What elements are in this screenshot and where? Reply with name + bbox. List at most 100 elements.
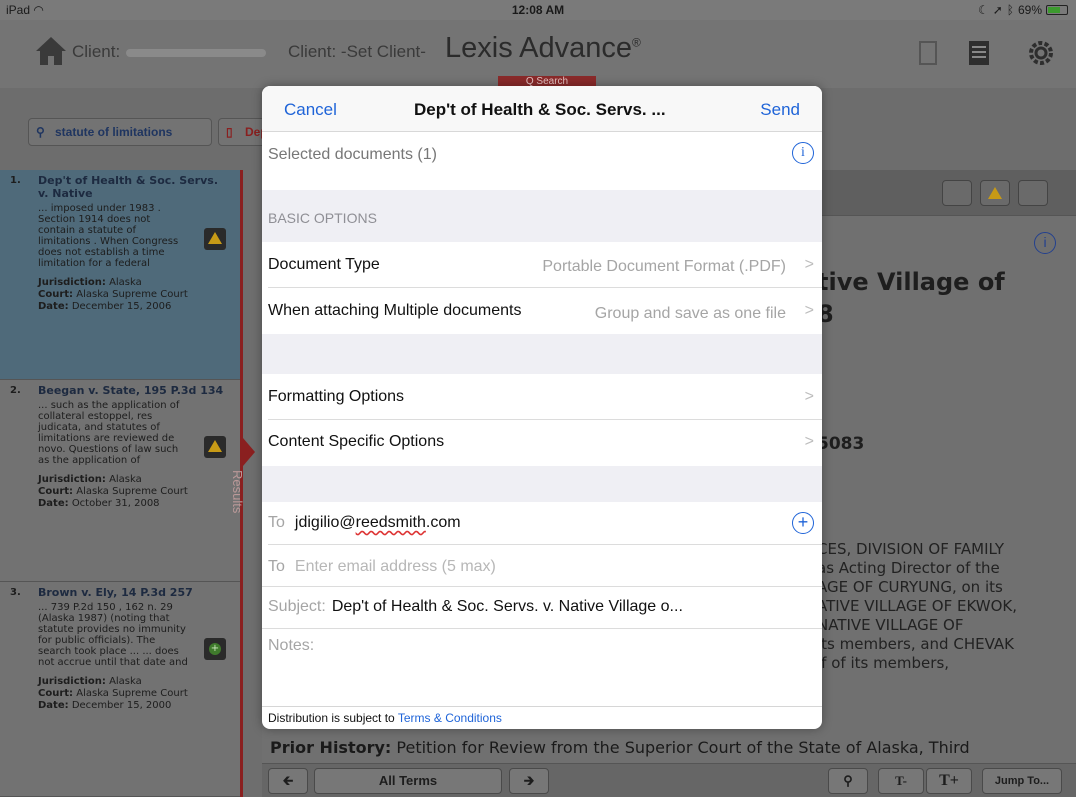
parties-line: its members, and CHEVAK [817,635,1014,653]
to-recipient-field[interactable]: To jdigilio@reedsmith.com [268,514,461,532]
jurisdiction-value: Alaska [109,676,142,687]
folder-list-icon[interactable] [964,38,994,68]
document-citation: 5083 [817,434,865,454]
result-snippet: ... 739 P.2d 150 , 162 n. 29 (Alaska 198… [38,602,188,668]
previous-term-arrow-icon[interactable]: 🡰 [268,768,308,794]
plus-dot: + [209,643,221,655]
recipient-email-domain: reedsmith [355,514,426,531]
jurisdiction-label: Jurisdiction: [38,676,106,687]
client-selector[interactable]: Client: [72,42,267,62]
result-item[interactable]: 1. Dep't of Health & Soc. Servs. v. Nati… [0,170,240,380]
search-query: statute of limitations [55,125,173,139]
result-title[interactable]: Brown v. Ely, 14 P.3d 257 [38,586,232,599]
date-label: Date: [38,700,69,711]
share-icon[interactable] [942,180,972,206]
results-tab-arrow [243,438,255,466]
battery-icon [1046,5,1068,15]
parties-line: as Acting Director of the [817,559,1000,577]
jurisdiction-value: Alaska [109,277,142,288]
distribution-note: Distribution is subject to Terms & Condi… [262,706,822,729]
result-item[interactable]: 2. Beegan v. State, 195 P.3d 134 ... suc… [0,380,240,582]
formatting-options-row[interactable]: Formatting Options > [262,374,822,420]
subject-field[interactable]: Subject: Dep't of Health & Soc. Servs. v.… [268,598,683,616]
gear-icon[interactable] [1026,38,1056,68]
status-bar: iPad ◠ 12:08 AM ☾ ➚ ᛒ 69% [0,0,1076,20]
search-query-chip[interactable]: ⚲ statute of limitations [28,118,212,146]
jump-to-button[interactable]: Jump To... [982,768,1062,794]
document-icon[interactable] [913,38,943,68]
parties-line: CES, DIVISION OF FAMILY [817,540,1005,558]
date-value: December 15, 2006 [71,301,172,312]
results-tab-label: Results [230,470,245,514]
home-icon[interactable] [34,34,68,68]
prior-history: Prior History: Petition for Review from … [270,738,970,757]
to-second-row[interactable]: To Enter email address (5 max) [262,545,822,587]
jurisdiction-label: Jurisdiction: [38,277,106,288]
document-type-row[interactable]: Document Type Portable Document Format (… [262,242,822,288]
all-terms-button[interactable]: All Terms [314,768,502,794]
send-button[interactable]: Send [760,100,800,120]
court-label: Court: [38,486,74,497]
to-recipient-row[interactable]: To jdigilio@reedsmith.com + [262,502,822,544]
parties-line: NATIVE VILLAGE OF [817,616,964,634]
result-title[interactable]: Beegan v. State, 195 P.3d 134 [38,384,232,397]
multiple-documents-row[interactable]: When attaching Multiple documents Group … [262,288,822,334]
email-document-dialog: Cancel Dep't of Health & Soc. Servs. ...… [262,86,822,729]
results-panel-tab[interactable]: Results [230,170,262,797]
info-icon[interactable]: i [792,142,814,164]
result-meta: Jurisdiction: Alaska Court: Alaska Supre… [38,676,232,712]
prior-history-label: Prior History: [270,738,392,757]
warning-signal-icon[interactable] [980,180,1010,206]
to-label: To [268,558,285,575]
client-name-redacted [126,48,267,57]
next-term-arrow-icon[interactable]: 🡲 [509,768,549,794]
court-value: Alaska Supreme Court [76,688,188,699]
app-header: Client: Client: -Set Client- Lexis Advan… [0,20,1076,88]
email-placeholder: Enter email address (5 max) [294,558,496,575]
warning-icon[interactable] [204,228,226,250]
result-meta: Jurisdiction: Alaska Court: Alaska Supre… [38,474,232,510]
find-search-icon[interactable]: ⚲ [828,768,868,794]
result-item[interactable]: 3. Brown v. Ely, 14 P.3d 257 ... 739 P.2… [0,582,240,797]
content-specific-options-row[interactable]: Content Specific Options > [262,420,822,466]
search-icon: ⚲ [36,125,45,139]
court-value: Alaska Supreme Court [76,289,188,300]
jurisdiction-label: Jurisdiction: [38,474,106,485]
result-title[interactable]: Dep't of Health & Soc. Servs. v. Native [38,174,232,200]
subject-row[interactable]: Subject: Dep't of Health & Soc. Servs. v.… [262,587,822,629]
text-smaller-button[interactable]: T- [878,768,924,794]
multiple-documents-label: When attaching Multiple documents [268,302,522,319]
document-title-line: tive Village of [817,268,1005,296]
results-list: 1. Dep't of Health & Soc. Servs. v. Nati… [0,170,240,797]
warning-icon[interactable] [204,436,226,458]
warning-triangle [208,440,222,452]
info-icon[interactable]: i [1034,232,1056,254]
terms-conditions-link[interactable]: Terms & Conditions [398,711,502,725]
cancel-button[interactable]: Cancel [284,100,337,120]
bottom-toolbar: 🡰 All Terms 🡲 ⚲ T- T+ Jump To... [262,763,1076,797]
fullscreen-icon[interactable] [1018,180,1048,206]
moon-icon: ☾ [977,3,989,17]
bluetooth-icon: ᛒ [1006,3,1014,17]
brand-name: Lexis Advance [445,32,633,64]
subject-label: Subject: [268,598,326,615]
warning-triangle [988,187,1002,199]
positive-treatment-icon[interactable]: + [204,638,226,660]
document-type-value: Portable Document Format (.PDF) [542,258,786,275]
text-larger-button[interactable]: T+ [926,768,972,794]
notes-field[interactable]: Notes: [262,629,822,705]
add-recipient-icon[interactable]: + [792,512,814,534]
document-outline-icon: ▯ [226,125,233,139]
recipients-spacer [262,466,822,502]
dialog-header: Cancel Dep't of Health & Soc. Servs. ...… [262,86,822,132]
chevron-right-icon: > [804,433,814,450]
email-address-input[interactable]: To Enter email address (5 max) [268,558,496,576]
date-value: October 31, 2008 [71,498,160,509]
selected-documents-row[interactable]: Selected documents (1) i [262,132,822,190]
basic-options-header: BASIC OPTIONS [262,190,822,242]
client-label: Client: [72,42,121,61]
set-client-button[interactable]: Client: -Set Client- [288,42,426,62]
warning-triangle [208,232,222,244]
result-number: 2. [10,385,21,396]
multiple-documents-value: Group and save as one file [594,305,786,322]
